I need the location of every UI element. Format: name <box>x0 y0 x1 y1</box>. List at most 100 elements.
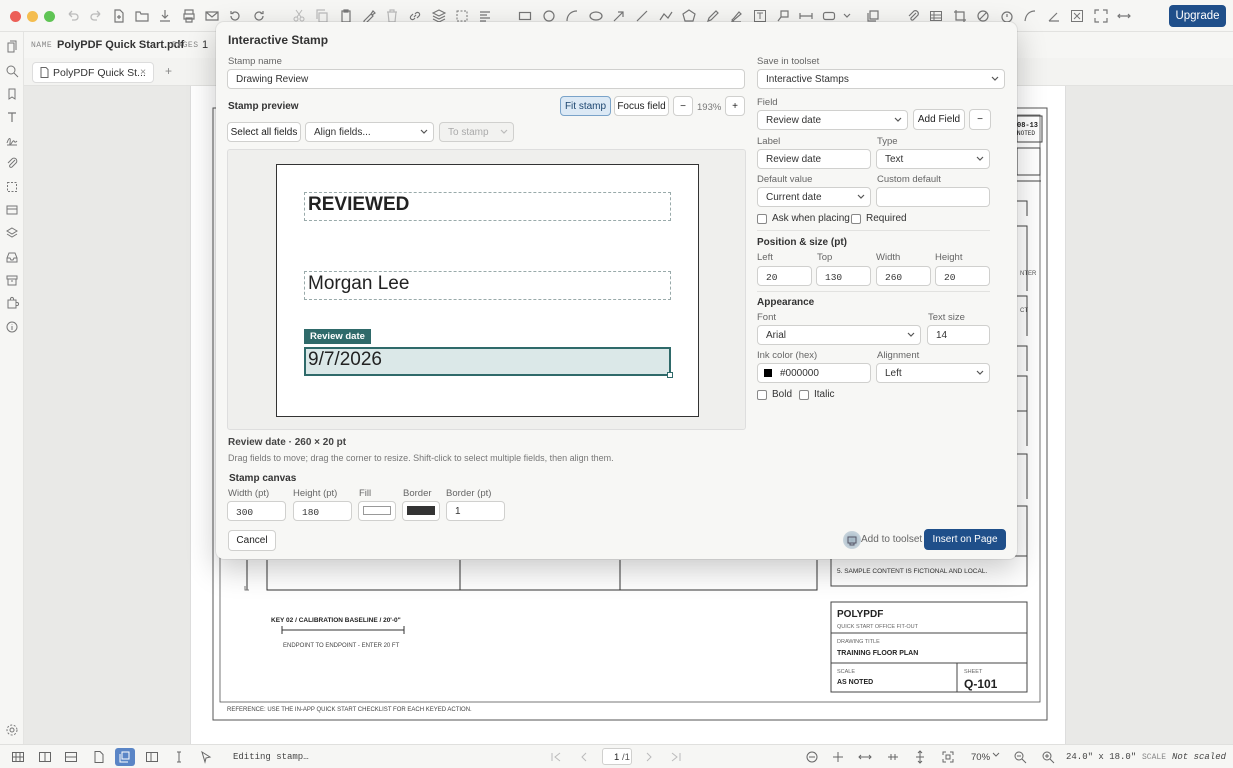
archive-icon[interactable] <box>5 273 19 287</box>
cancel-button[interactable]: Cancel <box>228 530 276 551</box>
sync-scroll-icon[interactable] <box>805 750 819 764</box>
close-box-icon[interactable] <box>1069 8 1085 24</box>
left-input[interactable]: 20 <box>757 266 812 286</box>
two-page-view-icon[interactable] <box>38 750 52 764</box>
open-folder-icon[interactable] <box>134 8 150 24</box>
grid-view-icon[interactable] <box>11 750 25 764</box>
width-input[interactable]: 260 <box>876 266 931 286</box>
calibration-key-subtitle: ENDPOINT TO ENDPOINT - ENTER 20 FT <box>283 643 400 649</box>
border-pt-input[interactable]: 1 <box>446 501 505 521</box>
search-icon[interactable] <box>5 64 19 78</box>
page-total: /1 <box>622 752 630 763</box>
crosshair-icon[interactable] <box>831 750 845 764</box>
layers-panel-icon[interactable] <box>5 226 19 240</box>
inbox-icon[interactable] <box>5 250 19 264</box>
columns-view-icon[interactable] <box>145 750 159 764</box>
fit-height-icon[interactable] <box>913 750 927 764</box>
height-input[interactable]: 20 <box>935 266 990 286</box>
stamp-field-review-date[interactable]: 9/7/2026 <box>304 347 671 376</box>
add-to-toolset-button[interactable]: Add to toolset <box>861 534 922 545</box>
fit-width-icon[interactable] <box>858 750 872 764</box>
zoom-in-icon[interactable] <box>1041 750 1055 764</box>
puzzle-icon[interactable] <box>5 296 19 310</box>
attachments-icon[interactable] <box>5 156 19 170</box>
fit-stamp-button[interactable]: Fit stamp <box>560 96 611 116</box>
select-all-fields-button[interactable]: Select all fields <box>227 122 301 142</box>
redo-icon[interactable] <box>88 8 104 24</box>
page-number-input[interactable]: 1 <box>614 752 619 763</box>
top-input[interactable]: 130 <box>816 266 871 286</box>
fill-color-picker[interactable] <box>358 501 396 521</box>
close-tab-icon[interactable]: × <box>140 66 146 78</box>
settings-gear-icon[interactable] <box>5 723 19 737</box>
focus-field-button[interactable]: Focus field <box>614 96 669 116</box>
upgrade-button[interactable]: Upgrade <box>1169 5 1226 27</box>
zoom-out-icon[interactable] <box>1013 750 1027 764</box>
text-icon[interactable] <box>5 110 19 124</box>
minimize-window-button[interactable] <box>27 11 38 22</box>
download-icon[interactable] <box>157 8 173 24</box>
new-file-icon[interactable] <box>111 8 127 24</box>
print-icon[interactable] <box>181 8 197 24</box>
canvas-width-input[interactable]: 300 <box>227 501 286 521</box>
name-key: NAME <box>31 41 53 50</box>
border-color-picker[interactable] <box>402 501 440 521</box>
selection-icon[interactable] <box>5 180 19 194</box>
save-toolset-select[interactable]: Interactive Stamps <box>757 69 1005 89</box>
text-cursor-icon[interactable] <box>172 750 186 764</box>
continuous-view-icon[interactable] <box>115 748 135 766</box>
alignment-select[interactable]: Left <box>876 363 990 383</box>
prev-page-icon[interactable] <box>577 750 591 764</box>
label-input[interactable]: Review date <box>757 149 871 169</box>
form-icon[interactable] <box>5 203 19 217</box>
default-value-select[interactable]: Current date <box>757 187 871 207</box>
font-select[interactable]: Arial <box>757 325 921 345</box>
stamp-name-input[interactable]: Drawing Review <box>227 69 745 89</box>
bookmark-icon[interactable] <box>5 87 19 101</box>
chevron-down-icon[interactable] <box>992 751 1000 759</box>
pages-icon[interactable] <box>5 40 19 54</box>
zoom-in-button[interactable]: + <box>725 96 745 116</box>
required-checkbox[interactable] <box>851 214 861 224</box>
new-tab-button[interactable]: + <box>165 64 172 78</box>
more-tools-icon[interactable] <box>1116 8 1132 24</box>
stamp-field-reviewed[interactable]: REVIEWED <box>304 192 671 221</box>
zoom-select[interactable]: 70% <box>971 752 990 763</box>
split-view-icon[interactable] <box>64 750 78 764</box>
align-fields-select[interactable]: Align fields... <box>305 122 434 142</box>
signature-icon[interactable] <box>5 133 19 147</box>
resize-handle[interactable] <box>667 372 673 378</box>
fit-page-icon[interactable] <box>886 750 900 764</box>
stamp-canvas[interactable]: REVIEWED Morgan Lee Review date 9/7/2026 <box>276 164 699 417</box>
curve-tool-icon[interactable] <box>1022 8 1038 24</box>
type-select[interactable]: Text <box>876 149 990 169</box>
single-page-icon[interactable] <box>92 750 106 764</box>
align-target-select[interactable]: To stamp <box>439 122 514 142</box>
undo-icon[interactable] <box>65 8 81 24</box>
last-page-icon[interactable] <box>669 750 683 764</box>
bold-checkbox[interactable] <box>757 390 767 400</box>
canvas-height-input[interactable]: 180 <box>293 501 352 521</box>
add-field-button[interactable]: Add Field <box>913 109 965 130</box>
angle-tool-icon[interactable] <box>1046 8 1062 24</box>
next-page-icon[interactable] <box>642 750 656 764</box>
actual-size-icon[interactable] <box>941 750 955 764</box>
insert-on-page-button[interactable]: Insert on Page <box>924 529 1006 550</box>
ink-color-input[interactable]: #000000 <box>757 363 871 383</box>
field-select[interactable]: Review date <box>757 110 908 130</box>
remove-field-button[interactable]: − <box>969 109 991 130</box>
maximize-window-button[interactable] <box>44 11 55 22</box>
custom-default-input[interactable] <box>876 187 990 207</box>
document-tab[interactable]: PolyPDF Quick St... × <box>32 62 154 83</box>
text-size-input[interactable]: 14 <box>927 325 990 345</box>
zoom-out-button[interactable]: − <box>673 96 693 116</box>
ask-when-placing-checkbox[interactable] <box>757 214 767 224</box>
mail-icon[interactable] <box>204 8 220 24</box>
italic-checkbox[interactable] <box>799 390 809 400</box>
stamp-field-name[interactable]: Morgan Lee <box>304 271 671 300</box>
close-window-button[interactable] <box>10 11 21 22</box>
first-page-icon[interactable] <box>549 750 563 764</box>
info-icon[interactable] <box>5 320 19 334</box>
fullscreen-icon[interactable] <box>1093 8 1109 24</box>
select-tool-icon[interactable] <box>199 750 213 764</box>
